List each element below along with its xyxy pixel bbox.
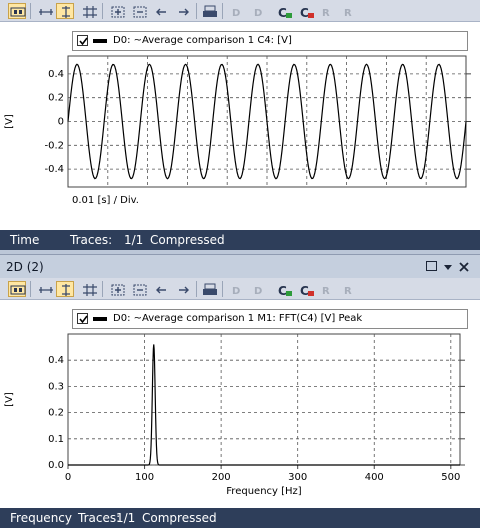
svg-text:C: C [278, 6, 287, 19]
y-axis-label: [V] [4, 392, 15, 407]
window-titlebar: 2D (2) [0, 254, 480, 278]
frequency-chart[interactable]: 0 100 200 300 400 500 0.0 0.1 0.2 0.3 0.4 [V] Freque… [0, 300, 480, 508]
zoom-x-icon[interactable] [36, 3, 54, 19]
toolbar-separator [196, 3, 197, 19]
plot-frame [67, 333, 461, 466]
svg-text:R: R [322, 286, 330, 297]
time-chart[interactable]: 0.4 0.2 0 -0.2 -0.4 [V] 0.01 [s] / Div. [0, 22, 480, 230]
status-traces-label: Traces: [70, 233, 113, 247]
toolbar-separator [30, 3, 31, 19]
y-axis-label: [V] [4, 114, 15, 129]
frequency-status-bar: Frequency Traces: 1/1 Compressed [0, 508, 480, 528]
r2-icon[interactable]: R [340, 281, 358, 297]
toolbar-separator [222, 3, 223, 19]
svg-text:C: C [300, 284, 309, 297]
cursor-mode-icon[interactable] [8, 3, 26, 19]
scroll-right-icon[interactable] [174, 3, 192, 19]
y-tick-label: -0.2 [44, 140, 64, 151]
toolbar-separator [222, 281, 223, 297]
remove-cursor-icon[interactable]: C [296, 3, 314, 19]
svg-text:D: D [232, 286, 240, 297]
grid-icon[interactable] [80, 3, 98, 19]
print-icon[interactable] [200, 3, 218, 19]
print-icon[interactable] [200, 281, 218, 297]
division-label: 0.01 [s] / Div. [72, 195, 139, 206]
y-tick-label: 0 [58, 117, 64, 128]
scroll-left-icon[interactable] [152, 3, 170, 19]
x-axis-label: Frequency [Hz] [226, 486, 302, 497]
svg-text:D: D [232, 8, 240, 19]
scroll-left-icon[interactable] [152, 281, 170, 297]
y-tick-label: -0.4 [44, 164, 64, 175]
add-cursor-icon[interactable]: C [274, 281, 292, 297]
x-tick-label: 200 [212, 472, 231, 483]
x-tick-label: 500 [441, 472, 460, 483]
zoom-y-icon[interactable] [56, 3, 74, 19]
zoom-out-icon[interactable] [130, 3, 148, 19]
x-tick-label: 400 [365, 472, 384, 483]
d2-icon[interactable]: D [250, 3, 268, 19]
d2-icon[interactable]: D [250, 281, 268, 297]
toolbar-separator [102, 3, 103, 19]
svg-text:D: D [254, 286, 262, 297]
svg-text:C: C [278, 284, 287, 297]
toolbar-separator [102, 281, 103, 297]
remove-cursor-icon[interactable]: C [296, 281, 314, 297]
status-mode: Time [10, 233, 40, 247]
frequency-plot-panel[interactable]: D0: ~Average comparison 1 M1: FFT(C4) [V… [0, 300, 480, 508]
close-icon[interactable] [459, 262, 469, 272]
d1-icon[interactable]: D [228, 3, 246, 19]
add-cursor-icon[interactable]: C [274, 3, 292, 19]
dropdown-icon[interactable] [443, 263, 453, 273]
svg-text:R: R [344, 286, 352, 297]
y-tick-label: 0.4 [48, 355, 64, 366]
r2-icon[interactable]: R [340, 3, 358, 19]
x-tick-label: 100 [135, 472, 154, 483]
cursor-mode-icon[interactable] [8, 281, 26, 297]
scroll-right-icon[interactable] [174, 281, 192, 297]
zoom-out-icon[interactable] [130, 281, 148, 297]
y-tick-label: 0.4 [48, 69, 64, 80]
toolbar-separator [30, 281, 31, 297]
status-traces-count: 1/1 [124, 233, 144, 247]
status-traces-label: Traces: [78, 511, 121, 525]
status-mode: Frequency [10, 511, 72, 525]
zoom-x-icon[interactable] [36, 281, 54, 297]
svg-text:R: R [344, 8, 352, 19]
grid-icon[interactable] [80, 281, 98, 297]
y-tick-label: 0.3 [48, 381, 64, 392]
toolbar-separator [196, 281, 197, 297]
top-toolbar: D D CC R R [0, 0, 480, 22]
y-tick-label: 0.1 [48, 434, 64, 445]
restore-icon[interactable] [426, 261, 437, 271]
zoom-in-icon[interactable] [108, 3, 126, 19]
bottom-toolbar: D D CC R R [0, 278, 480, 300]
status-state: Compressed [150, 233, 225, 247]
zoom-y-icon[interactable] [56, 281, 74, 297]
y-tick-label: 0.2 [48, 408, 64, 419]
y-tick-label: 0.2 [48, 93, 64, 104]
x-tick-label: 300 [288, 472, 307, 483]
svg-text:D: D [254, 8, 262, 19]
status-state: Compressed [142, 511, 217, 525]
time-status-bar: Time Traces: 1/1 Compressed [0, 230, 480, 250]
time-plot-panel[interactable]: D0: ~Average comparison 1 C4: [V] 0.4 0.2… [0, 22, 480, 230]
svg-text:R: R [322, 8, 330, 19]
x-tick-label: 0 [65, 472, 71, 483]
zoom-in-icon[interactable] [108, 281, 126, 297]
svg-text:C: C [300, 6, 309, 19]
window-title: 2D (2) [6, 260, 44, 274]
r1-icon[interactable]: R [318, 281, 336, 297]
y-tick-label: 0.0 [48, 460, 64, 471]
r1-icon[interactable]: R [318, 3, 336, 19]
d1-icon[interactable]: D [228, 281, 246, 297]
status-traces-count: 1/1 [116, 511, 136, 525]
spectrum-trace [68, 344, 460, 466]
